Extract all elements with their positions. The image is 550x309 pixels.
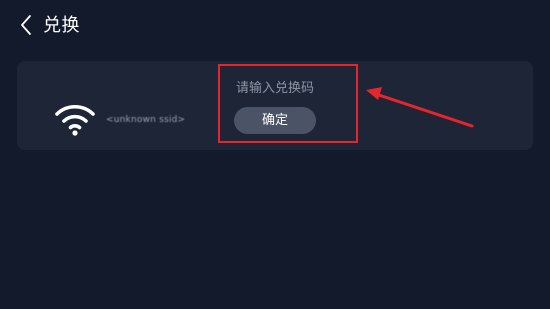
network-ssid: <unknown ssid> — [106, 115, 186, 125]
page-title: 兑换 — [43, 15, 80, 36]
chevron-left-icon — [21, 15, 31, 35]
confirm-button[interactable]: 确定 — [234, 107, 316, 134]
back-button[interactable] — [14, 12, 40, 38]
redeem-code-input[interactable] — [232, 77, 360, 99]
header-bar: 兑换 — [0, 0, 550, 52]
wifi-icon — [53, 102, 97, 138]
